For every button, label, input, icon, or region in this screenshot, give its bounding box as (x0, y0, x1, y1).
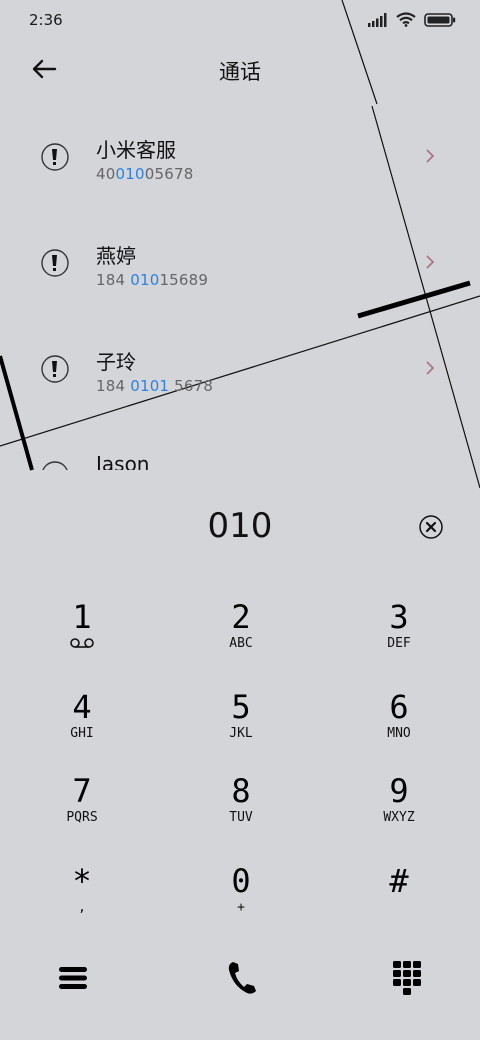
key-7[interactable]: 7 PQRS (7, 772, 157, 856)
key-letters: WXYZ (383, 810, 415, 825)
chevron-right-icon (426, 255, 435, 269)
status-icons (368, 12, 456, 27)
key-letters: JKL (229, 726, 253, 741)
key-digit: 3 (389, 598, 409, 636)
contact-row[interactable]: Jason (0, 422, 480, 470)
key-hash[interactable]: # (324, 862, 474, 946)
key-digit: 6 (389, 688, 409, 726)
contact-number: 184 0101 5678 (96, 377, 214, 395)
signal-icon (368, 12, 387, 27)
clear-circle-icon[interactable] (418, 514, 444, 540)
call-button[interactable] (222, 958, 262, 998)
menu-button[interactable] (53, 958, 93, 998)
dialed-number: 010 (207, 506, 273, 546)
header: 通话 (0, 40, 480, 100)
key-letters: + (237, 900, 245, 915)
key-9[interactable]: 9 WXYZ (324, 772, 474, 856)
key-digit: 4 (72, 688, 92, 726)
key-8[interactable]: 8 TUV (166, 772, 316, 856)
contact-name: 小米客服 (96, 138, 176, 162)
chevron-right-icon (426, 149, 435, 163)
contact-avatar-icon (41, 143, 69, 171)
contact-avatar-icon (41, 355, 69, 383)
status-time: 2:36 (29, 11, 63, 29)
voicemail-icon (70, 638, 94, 648)
menu-icon (59, 967, 87, 989)
key-digit: 2 (231, 598, 251, 636)
key-5[interactable]: 5 JKL (166, 688, 316, 772)
contact-name: 子玲 (96, 350, 136, 374)
key-letters: TUV (229, 810, 253, 825)
contact-number: 184 01015689 (96, 271, 209, 289)
contact-row[interactable]: 子玲 184 0101 5678 (0, 316, 480, 422)
contact-name: Jason (96, 452, 150, 470)
key-2[interactable]: 2 ABC (166, 598, 316, 682)
key-0[interactable]: 0 + (166, 862, 316, 946)
contact-row[interactable]: 小米客服 4001005678 (0, 104, 480, 210)
dialpad-toggle-button[interactable] (387, 958, 427, 998)
key-digit: 9 (389, 772, 409, 810)
contact-list: 小米客服 4001005678 燕婷 184 01015689 子玲 184 0… (0, 104, 480, 470)
key-digit: 7 (72, 772, 92, 810)
dialpad-icon (393, 961, 421, 995)
key-letters: GHI (70, 726, 94, 741)
bottom-bar (0, 948, 480, 1008)
key-letters: DEF (387, 636, 411, 651)
key-letters: PQRS (66, 810, 98, 825)
battery-icon (424, 12, 456, 27)
contact-avatar-icon (42, 461, 68, 470)
key-1[interactable]: 1 (7, 598, 157, 682)
key-3[interactable]: 3 DEF (324, 598, 474, 682)
contact-row[interactable]: 燕婷 184 01015689 (0, 210, 480, 316)
key-letters: , (78, 900, 86, 915)
status-bar: 2:36 (0, 0, 480, 40)
contact-name: 燕婷 (96, 244, 136, 268)
contact-avatar-icon (41, 249, 69, 277)
dial-display: 010 (0, 494, 480, 564)
key-digit: * (72, 862, 92, 900)
key-star[interactable]: * , (7, 862, 157, 946)
key-digit: 0 (231, 862, 251, 900)
key-digit: # (389, 862, 409, 900)
key-digit: 1 (72, 598, 92, 636)
wifi-icon (396, 12, 416, 27)
key-letters: MNO (387, 726, 411, 741)
contact-number: 4001005678 (96, 165, 194, 183)
key-letters: ABC (229, 636, 253, 651)
key-6[interactable]: 6 MNO (324, 688, 474, 772)
page-title: 通话 (219, 60, 261, 84)
key-digit: 5 (231, 688, 251, 726)
phone-icon (228, 962, 256, 994)
chevron-right-icon (426, 361, 435, 375)
key-4[interactable]: 4 GHI (7, 688, 157, 772)
key-digit: 8 (231, 772, 251, 810)
